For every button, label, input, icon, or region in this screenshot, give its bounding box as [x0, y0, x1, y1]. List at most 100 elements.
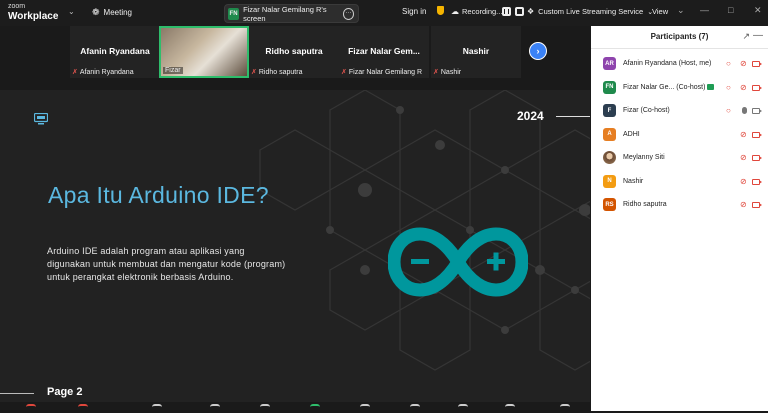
mic-muted-icon: ✗ [251, 69, 257, 76]
video-tile-nashir[interactable]: Nashir ✗ Nashir [431, 26, 521, 78]
tile-name: Afanin Ryandana [80, 46, 150, 56]
pop-out-icon[interactable]: ↗ [742, 31, 750, 42]
tile-label-text: Fizar [165, 67, 181, 74]
stop-recording-button[interactable] [515, 7, 524, 16]
tile-label-text: Ridho saputra [258, 68, 303, 76]
video-off-icon[interactable] [752, 202, 762, 208]
video-icon[interactable] [78, 404, 88, 413]
mic-muted-icon[interactable]: ⊘ [740, 83, 747, 92]
chevron-down-icon[interactable]: ⌄ [677, 5, 685, 16]
shared-screen-slide: 2024 Apa Itu Arduino IDE? Arduino IDE ad… [0, 90, 590, 411]
cloud-record-icon: ☁ [451, 7, 459, 16]
slide-page-number: Page 2 [47, 386, 83, 398]
sign-in-link[interactable]: Sign in [402, 7, 426, 16]
meeting-toolbar [0, 402, 590, 411]
participant-row[interactable]: Meylanny Siti ⊘ [591, 146, 768, 170]
mic-muted-icon[interactable]: ⊘ [740, 200, 747, 209]
video-off-icon[interactable] [752, 61, 762, 67]
next-page-button[interactable]: › [529, 42, 547, 60]
pause-recording-button[interactable] [502, 7, 511, 16]
hand-icon: ○ [726, 106, 731, 115]
minimize-icon[interactable]: — [700, 5, 709, 15]
participant-name: Ridho saputra [623, 201, 667, 209]
stop-icon [517, 9, 522, 14]
close-icon[interactable]: ✕ [754, 5, 762, 16]
tile-label-text: Fizar Nalar Gemilang R [348, 68, 423, 76]
tile-label: ✗ Afanin Ryandana [72, 68, 134, 77]
mic-muted-icon[interactable]: ⊘ [740, 59, 747, 68]
meeting-label: Meeting [103, 8, 133, 17]
participant-row[interactable]: FN Fizar Nalar Ge... (Co-host) ○ ⊘ [591, 76, 768, 100]
pause-icon [504, 9, 509, 14]
video-off-icon[interactable] [752, 84, 762, 91]
tile-label: ✗ Nashir [433, 68, 461, 77]
slide-description: Arduino IDE adalah program atau aplikasi… [47, 246, 286, 282]
recording-indicator[interactable]: ☁ Recording... [451, 7, 502, 16]
participant-name: ADHI [623, 130, 640, 138]
monitor-icon [34, 113, 48, 125]
participant-row[interactable]: N Nashir ⊘ [591, 170, 768, 194]
avatar: N [603, 174, 616, 188]
whiteboard-icon[interactable] [458, 404, 468, 413]
hand-icon: ○ [726, 59, 731, 68]
page-divider [0, 393, 34, 394]
video-tile-fizar-nalar[interactable]: Fizar Nalar Gem... ✗ Fizar Nalar Gemilang… [339, 26, 429, 78]
tile-label: ✗ Fizar Nalar Gemilang R [341, 68, 423, 77]
mic-muted-icon: ✗ [72, 69, 78, 76]
security-shield-icon[interactable] [437, 6, 444, 15]
year-divider [556, 116, 590, 117]
avatar: F [603, 104, 616, 118]
video-tile-ridho[interactable]: Ridho saputra ✗ Ridho saputra [249, 26, 339, 78]
mic-icon[interactable] [26, 404, 36, 413]
recording-label: Recording... [462, 7, 503, 16]
participant-row[interactable]: AR Afanin Ryandana (Host, me) ○ ⊘ [591, 52, 768, 76]
avatar: RS [603, 198, 616, 212]
chat-icon[interactable] [210, 404, 220, 413]
video-icon[interactable] [752, 108, 762, 114]
mic-muted-icon[interactable]: ⊘ [740, 153, 747, 162]
video-off-icon[interactable] [752, 131, 762, 138]
mic-icon[interactable] [742, 107, 747, 114]
chevron-right-icon: › [536, 46, 540, 56]
avatar: AR [603, 57, 616, 71]
video-off-icon[interactable] [752, 178, 762, 185]
avatar: FN [603, 80, 616, 94]
participants-panel: Participants (7) ↗ — AR Afanin Ryandana … [591, 26, 768, 411]
close-icon[interactable]: — [753, 30, 763, 41]
arduino-logo [388, 227, 528, 297]
slide-year: 2024 [517, 109, 544, 123]
mic-muted-icon: ✗ [341, 69, 347, 76]
more-options-icon[interactable]: ··· [342, 7, 354, 20]
video-tile-afanin[interactable]: Afanin Ryandana ✗ Afanin Ryandana [70, 26, 160, 78]
more-icon[interactable] [505, 404, 515, 413]
participant-name: Meylanny Siti [623, 154, 665, 162]
mic-muted-icon[interactable]: ⊘ [740, 177, 747, 186]
record-icon[interactable] [360, 404, 370, 413]
mic-muted-icon[interactable]: ⊘ [740, 130, 747, 139]
apps-icon[interactable] [410, 404, 420, 413]
brand-line1: zoom [8, 3, 26, 10]
participant-name: Fizar Nalar Ge... (Co-host) [623, 83, 706, 91]
live-stream-icon: ❖ [527, 7, 535, 16]
participant-row[interactable]: RS Ridho saputra ⊘ [591, 193, 768, 217]
chevron-down-icon[interactable]: ⌄ [68, 7, 75, 16]
leave-icon[interactable] [560, 404, 570, 413]
avatar [603, 151, 616, 165]
view-menu[interactable]: View [652, 7, 668, 16]
participant-row[interactable]: F Fizar (Co-host) ○ [591, 99, 768, 123]
screen-share-indicator[interactable]: FN Fizar Nalar Gemilang R's screen ··· [224, 4, 359, 23]
live-stream-indicator[interactable]: ❖ Custom Live Streaming Service ⌄ [527, 7, 653, 16]
brand-line2: Workplace [8, 11, 59, 22]
slide-title: Apa Itu Arduino IDE? [48, 182, 269, 208]
sharer-avatar: FN [228, 7, 240, 20]
zoom-logo: zoom Workplace [8, 2, 59, 22]
participants-icon[interactable] [152, 404, 162, 413]
share-screen-icon[interactable] [310, 404, 320, 413]
mic-muted-icon: ✗ [433, 69, 439, 76]
video-off-icon[interactable] [752, 155, 762, 161]
react-icon[interactable] [260, 404, 270, 413]
maximize-icon[interactable]: □ [728, 5, 733, 15]
participant-row[interactable]: A ADHI ⊘ [591, 123, 768, 147]
video-tile-fizar[interactable]: Fizar [159, 26, 249, 78]
meeting-menu[interactable]: ❁ Meeting [92, 7, 132, 18]
